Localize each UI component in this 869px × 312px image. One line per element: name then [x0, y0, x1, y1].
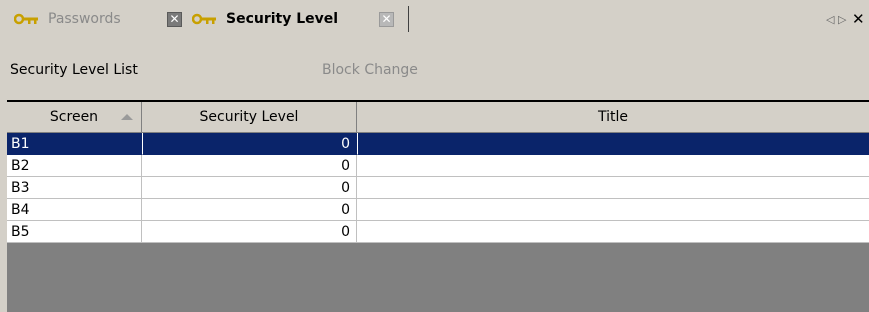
scroll-right-icon[interactable]: ▷ — [838, 13, 846, 26]
table-row[interactable]: B2 0 — [7, 155, 869, 177]
close-icon: ✕ — [169, 12, 180, 26]
close-window-icon[interactable]: ✕ — [852, 10, 865, 28]
table-row[interactable]: B3 0 — [7, 177, 869, 199]
table-row[interactable]: B4 0 — [7, 199, 869, 221]
toolbar: Security Level List Block Change — [0, 38, 869, 100]
key-icon — [14, 13, 38, 25]
close-icon: ✕ — [381, 12, 392, 26]
tab-security-level[interactable]: Security Level ✕ — [192, 6, 409, 32]
tab-security-level-close-button[interactable]: ✕ — [379, 11, 394, 27]
tab-strip: Passwords ✕ Security Level ✕ ◁ ▷ ✕ — [0, 0, 869, 38]
column-header-label: Screen — [49, 109, 99, 125]
table-row[interactable]: B1 0 — [7, 133, 869, 155]
sort-ascending-icon — [121, 114, 133, 120]
cell-screen[interactable]: B2 — [7, 155, 142, 177]
cell-title[interactable] — [357, 221, 869, 243]
cell-screen[interactable]: B1 — [7, 133, 142, 155]
security-level-list-button[interactable]: Security Level List — [10, 62, 138, 78]
cell-screen[interactable]: B5 — [7, 221, 142, 243]
security-level-grid: Screen Security Level Title B1 0 B2 0 B3… — [7, 100, 869, 312]
cell-screen[interactable]: B3 — [7, 177, 142, 199]
tab-passwords[interactable]: Passwords ✕ — [14, 6, 190, 32]
tab-security-level-label: Security Level — [226, 11, 339, 27]
column-header-label: Title — [597, 109, 628, 125]
column-header-screen[interactable]: Screen — [7, 102, 142, 132]
cell-security-level[interactable]: 0 — [142, 155, 357, 177]
grid-rows: B1 0 B2 0 B3 0 B4 0 B5 0 — [7, 133, 869, 243]
tab-passwords-close-button[interactable]: ✕ — [167, 11, 182, 27]
cell-title[interactable] — [357, 133, 869, 155]
key-icon — [192, 13, 216, 25]
cell-security-level[interactable]: 0 — [142, 199, 357, 221]
block-change-button[interactable]: Block Change — [322, 62, 418, 78]
cell-security-level[interactable]: 0 — [142, 177, 357, 199]
grid-header: Screen Security Level Title — [7, 102, 869, 133]
cell-security-level[interactable]: 0 — [142, 221, 357, 243]
cell-security-level[interactable]: 0 — [142, 133, 357, 155]
column-header-title[interactable]: Title — [357, 102, 869, 132]
column-header-security-level[interactable]: Security Level — [142, 102, 357, 132]
tab-passwords-label: Passwords — [48, 11, 121, 27]
cell-title[interactable] — [357, 177, 869, 199]
column-header-label: Security Level — [199, 109, 299, 125]
cell-screen[interactable]: B4 — [7, 199, 142, 221]
cell-title[interactable] — [357, 155, 869, 177]
cell-title[interactable] — [357, 199, 869, 221]
scroll-left-icon[interactable]: ◁ — [826, 13, 834, 26]
grid-empty-area — [7, 243, 869, 312]
table-row[interactable]: B5 0 — [7, 221, 869, 243]
